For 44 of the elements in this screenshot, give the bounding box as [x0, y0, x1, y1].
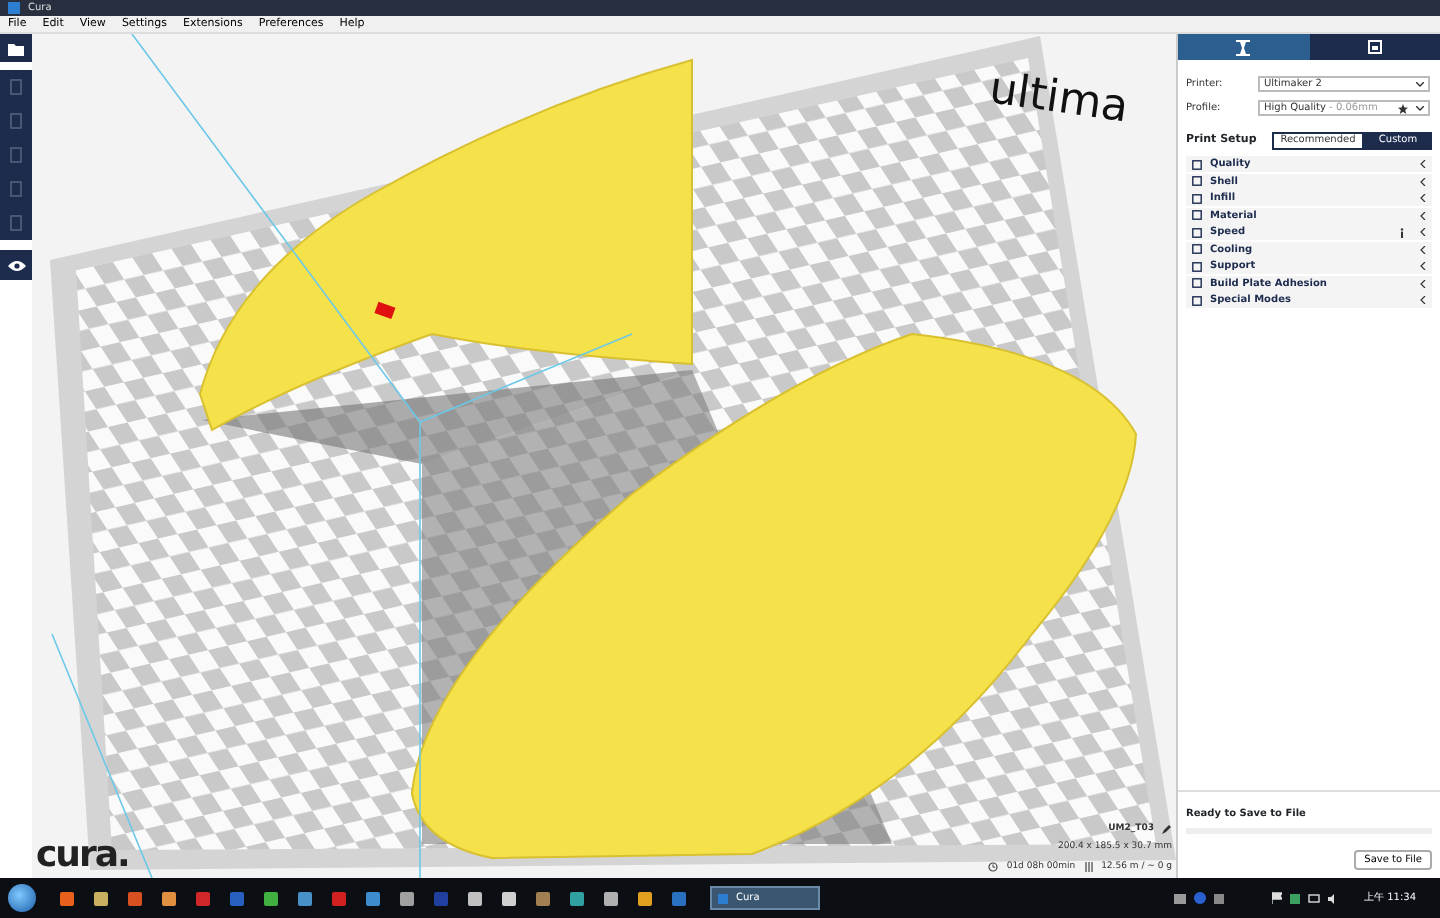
taskbar-app-icon[interactable]	[94, 891, 108, 905]
chevron-icon	[1420, 228, 1426, 236]
print-setup-tab[interactable]	[1178, 34, 1309, 60]
taskbar-app-icon[interactable]	[502, 891, 516, 905]
chevron-icon	[1420, 279, 1426, 287]
chevron-icon	[1420, 160, 1426, 168]
clock-icon	[988, 861, 999, 872]
monitor-icon	[1367, 40, 1382, 54]
selected-part-marker	[374, 301, 396, 320]
taskbar-app-icon[interactable]	[604, 891, 618, 905]
taskbar-app-icon[interactable]	[366, 891, 380, 905]
taskbar-app-icon[interactable]	[264, 891, 278, 905]
wall-lettering: ultima	[986, 64, 1132, 134]
print-settings-icon	[1236, 39, 1251, 55]
chevron-icon	[1420, 177, 1426, 185]
taskbar-app-icon[interactable]	[400, 891, 414, 905]
eye-icon	[7, 259, 25, 271]
flag-icon[interactable]	[1272, 892, 1282, 904]
chevron-icon	[1420, 296, 1426, 304]
pencil-icon[interactable]	[1162, 824, 1172, 835]
app-icon	[8, 2, 20, 14]
folder-icon	[7, 41, 25, 55]
chevron-icon	[1420, 194, 1426, 202]
start-button[interactable]	[8, 884, 36, 912]
taskbar-app-icon[interactable]	[536, 891, 550, 905]
chevron-icon	[1420, 262, 1426, 270]
taskbar-app-icon[interactable]	[298, 891, 312, 905]
cura-logo: cura.	[36, 838, 129, 874]
caret-icon	[1416, 81, 1424, 87]
filament-icon	[1083, 861, 1094, 872]
open-file-button[interactable]	[0, 34, 32, 62]
taskbar-app-icon[interactable]	[570, 891, 584, 905]
network-icon[interactable]	[1308, 893, 1320, 903]
chevron-icon	[1420, 211, 1426, 219]
view-mode-button[interactable]	[0, 250, 32, 280]
speaker-icon[interactable]	[1328, 893, 1340, 903]
taskbar-app-icon[interactable]	[60, 891, 74, 905]
taskbar-app-icon[interactable]	[162, 891, 176, 905]
caret-icon	[1416, 105, 1424, 111]
tray-icon[interactable]	[1290, 893, 1300, 903]
taskbar-app-icon[interactable]	[638, 891, 652, 905]
star-icon[interactable]	[1398, 103, 1408, 113]
chevron-icon	[1420, 245, 1426, 253]
taskbar-app-icon[interactable]	[468, 891, 482, 905]
